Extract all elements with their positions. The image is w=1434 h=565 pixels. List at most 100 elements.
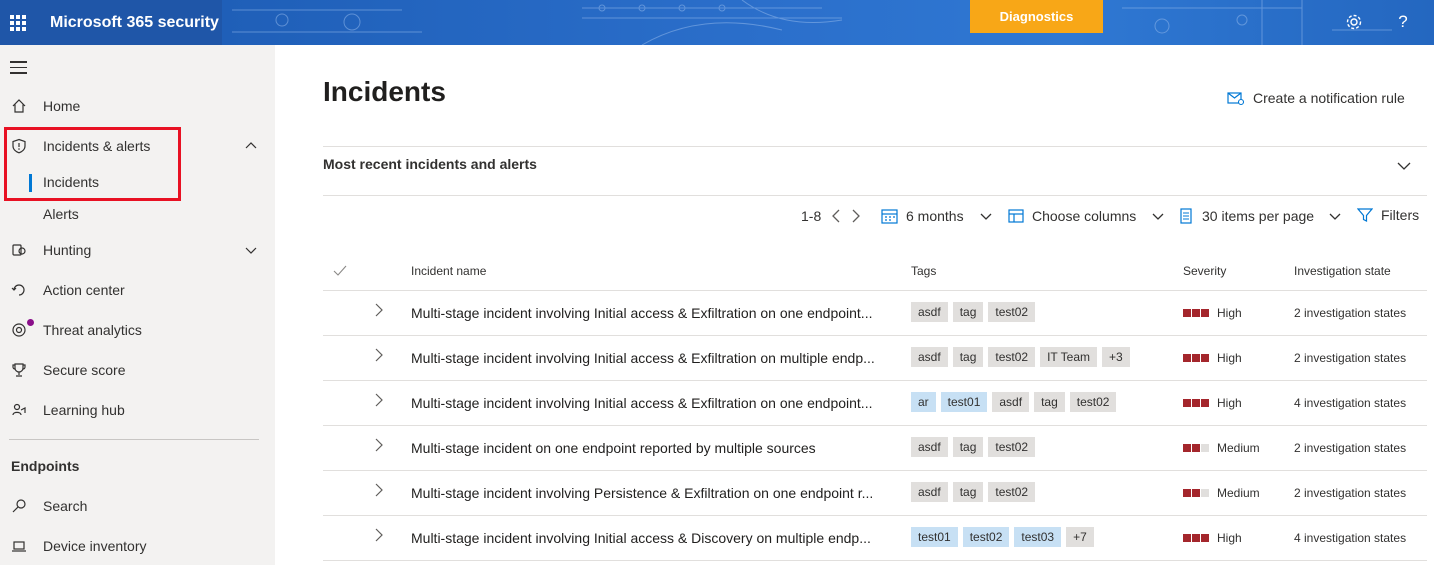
select-all-checkmark-icon[interactable] [333, 265, 347, 277]
create-notification-rule-button[interactable]: Create a notification rule [1227, 90, 1405, 106]
expand-chevron-icon[interactable] [373, 302, 385, 318]
tag-chip: asdf [911, 482, 948, 502]
choose-columns-dropdown[interactable]: Choose columns [1008, 205, 1165, 227]
tag-chip: test02 [988, 482, 1036, 502]
chevron-right-icon[interactable] [849, 208, 863, 224]
settings-gear-icon[interactable] [1340, 8, 1368, 36]
sidebar-item-secure-score[interactable]: Secure score [0, 352, 275, 388]
sidebar-divider [9, 439, 259, 440]
table-row[interactable]: Multi-stage incident on one endpoint rep… [323, 426, 1427, 471]
severity-label: High [1217, 531, 1242, 545]
sidebar-item-alerts[interactable]: Alerts [0, 196, 275, 232]
table-row[interactable]: Multi-stage incident involving Initial a… [323, 291, 1427, 336]
app-title[interactable]: Microsoft 365 security [50, 14, 219, 32]
tag-chip: ar [911, 392, 936, 412]
severity-bar [1183, 354, 1191, 362]
investigation-state[interactable]: 4 investigation states [1294, 396, 1406, 410]
table-row[interactable]: Multi-stage incident involving Initial a… [323, 516, 1427, 561]
severity-bar [1192, 534, 1200, 542]
time-range-dropdown[interactable]: 6 months [881, 205, 993, 227]
sidebar-item-home[interactable]: Home [0, 88, 275, 124]
chevron-left-icon[interactable] [829, 208, 843, 224]
items-per-page-dropdown[interactable]: 30 items per page [1179, 205, 1342, 227]
tag-chip: asdf [911, 347, 948, 367]
blueprint-decoration [232, 0, 1392, 45]
sidebar-section-heading: Endpoints [11, 458, 80, 474]
sidebar-item-action-center[interactable]: Action center [0, 272, 275, 308]
table-row[interactable]: Multi-stage incident involving Initial a… [323, 336, 1427, 381]
pagination: 1-8 [801, 205, 863, 227]
severity-bars [1183, 489, 1210, 497]
home-icon [9, 96, 29, 116]
choose-columns-label: Choose columns [1032, 208, 1137, 224]
incident-name[interactable]: Multi-stage incident involving Initial a… [411, 305, 872, 321]
column-header-severity[interactable]: Severity [1183, 264, 1226, 278]
diagnostics-button[interactable]: Diagnostics [970, 0, 1103, 33]
tag-list: asdf tag test02 IT Team +3 [911, 347, 1135, 367]
help-icon[interactable]: ? [1389, 8, 1417, 36]
investigation-state[interactable]: 2 investigation states [1294, 486, 1406, 500]
incident-name[interactable]: Multi-stage incident involving Initial a… [411, 530, 871, 546]
column-header-investigation-state[interactable]: Investigation state [1294, 264, 1391, 278]
collapse-navigation-icon[interactable] [10, 61, 27, 78]
tag-chip: test02 [988, 347, 1036, 367]
chevron-up-icon[interactable] [243, 138, 259, 154]
sidebar-item-label: Secure score [43, 362, 126, 378]
severity-indicator: Medium [1183, 441, 1260, 455]
app-launcher-icon[interactable] [10, 14, 26, 31]
sidebar-item-label: Threat analytics [43, 322, 142, 338]
section-title[interactable]: Most recent incidents and alerts [323, 156, 537, 172]
incident-name[interactable]: Multi-stage incident on one endpoint rep… [411, 440, 816, 456]
table-row[interactable]: Multi-stage incident involving Persisten… [323, 471, 1427, 516]
tag-chip: test02 [988, 302, 1036, 322]
investigation-state[interactable]: 4 investigation states [1294, 531, 1406, 545]
severity-bar [1183, 399, 1191, 407]
tag-list: asdf tag test02 [911, 437, 1040, 457]
column-header-incident-name[interactable]: Incident name [411, 264, 486, 278]
expand-chevron-icon[interactable] [373, 392, 385, 408]
incident-name[interactable]: Multi-stage incident involving Persisten… [411, 485, 873, 501]
notification-rule-label: Create a notification rule [1253, 90, 1405, 106]
sidebar-item-label: Learning hub [43, 402, 125, 418]
columns-icon [1008, 209, 1024, 223]
divider [323, 146, 1427, 147]
severity-bars [1183, 309, 1210, 317]
investigation-state[interactable]: 2 investigation states [1294, 351, 1406, 365]
sidebar-item-search[interactable]: Search [0, 488, 275, 524]
threat-analytics-icon [9, 320, 29, 340]
investigation-state[interactable]: 2 investigation states [1294, 441, 1406, 455]
severity-bar [1192, 309, 1200, 317]
severity-bar [1183, 309, 1191, 317]
brand-area: Microsoft 365 security [0, 0, 222, 45]
tag-list: asdf tag test02 [911, 482, 1040, 502]
filters-button[interactable]: Filters [1357, 204, 1419, 226]
sidebar-item-hunting[interactable]: Hunting [0, 232, 275, 268]
tag-chip: tag [952, 437, 984, 457]
column-header-tags[interactable]: Tags [911, 264, 936, 278]
expand-chevron-icon[interactable] [373, 527, 385, 543]
tag-chip: tag [952, 347, 984, 367]
severity-label: Medium [1217, 486, 1260, 500]
expand-chevron-icon[interactable] [373, 347, 385, 363]
severity-bar [1201, 354, 1209, 362]
table-row[interactable]: Multi-stage incident involving Initial a… [323, 381, 1427, 426]
investigation-state[interactable]: 2 investigation states [1294, 306, 1406, 320]
severity-indicator: Medium [1183, 486, 1260, 500]
sidebar-item-learning-hub[interactable]: Learning hub [0, 392, 275, 428]
severity-indicator: High [1183, 531, 1242, 545]
tag-chip: asdf [992, 392, 1030, 412]
expand-chevron-icon[interactable] [373, 437, 385, 453]
severity-indicator: High [1183, 396, 1242, 410]
severity-label: Medium [1217, 441, 1260, 455]
severity-bar [1192, 399, 1200, 407]
incident-name[interactable]: Multi-stage incident involving Initial a… [411, 395, 872, 411]
sidebar: Home Incidents & alerts Incidents Alerts… [0, 45, 275, 565]
sidebar-item-threat-analytics[interactable]: Threat analytics [0, 312, 275, 348]
incident-name[interactable]: Multi-stage incident involving Initial a… [411, 350, 875, 366]
sidebar-item-device-inventory[interactable]: Device inventory [0, 528, 275, 564]
filter-icon [1357, 208, 1373, 222]
chevron-down-icon[interactable] [1396, 158, 1412, 174]
severity-bar [1192, 489, 1200, 497]
expand-chevron-icon[interactable] [373, 482, 385, 498]
chevron-down-icon[interactable] [243, 242, 259, 258]
